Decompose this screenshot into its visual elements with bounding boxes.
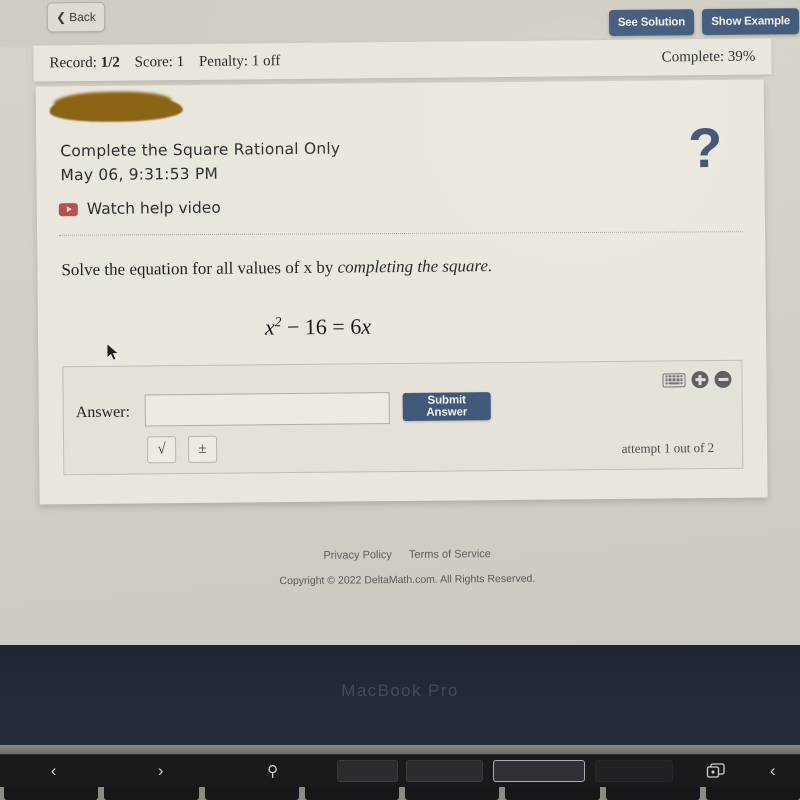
assignment-title: Complete the Square Rational Only [60,139,341,161]
record-stat: Record: 1/2 [49,54,120,71]
laptop-keyboard-row [0,787,800,800]
assignment-date: May 06, 9:31:53 PM [60,164,219,185]
laptop-bezel: MacBook Pro [0,645,800,755]
help-question-mark-icon[interactable]: ? [688,116,723,179]
record-label: Record: [49,54,97,71]
score-stat: Score: 1 [134,54,184,70]
question-prompt-prefix: Solve the equation for all values of x b… [61,257,338,280]
see-solution-button[interactable]: See Solution [608,9,695,36]
attempt-counter: attempt 1 out of 2 [621,439,715,456]
keyboard-key [405,787,500,800]
footer-copyright: Copyright © 2022 DeltaMath.com. All Righ… [279,572,536,588]
submit-answer-button[interactable]: Submit Answer [402,392,491,421]
keyboard-key [104,787,199,800]
touchbar-forward-button[interactable]: › [107,755,214,787]
equation-base: x [264,314,275,340]
keyboard-key [304,787,399,800]
footer-links: Privacy Policy Terms of Service [0,545,800,565]
record-value: 1/2 [100,54,120,71]
touchbar-tab-thumbnail[interactable] [595,760,674,782]
score-label: Score: [134,53,173,71]
back-button-label: Back [69,9,96,25]
answer-panel: Answer: Submit Answer √ ± attempt 1 out … [62,359,744,476]
laptop-hinge [0,745,800,754]
watch-help-video-label: Watch help video [86,198,221,219]
privacy-policy-link[interactable]: Privacy Policy [323,549,392,562]
terms-of-service-link[interactable]: Terms of Service [409,548,491,561]
zoom-out-icon[interactable] [714,370,732,388]
keyboard-key [4,787,99,800]
equation-rest: − 16 = 6 [281,313,362,340]
complete-percentage: Complete: 39% [661,48,756,65]
photograph-of-laptop-screen: ❮ Back See Solution Show Example Record:… [0,0,800,800]
answer-input[interactable] [144,392,390,427]
zoom-in-icon[interactable] [691,371,709,389]
status-bar: Record: 1/2 Score: 1 Penalty: 1 off Comp… [33,38,772,82]
score-value: 1 [176,53,185,70]
question-prompt: Solve the equation for all values of x b… [61,256,492,280]
watch-help-video-link[interactable]: Watch help video [58,198,221,219]
touch-bar: ‹ › ⚲ ‹ [0,755,800,787]
search-icon[interactable]: ⚲ [214,755,331,787]
redacted-student-name [49,95,183,123]
penalty-label: Penalty: [198,52,249,70]
keyboard-key [705,787,800,800]
touchbar-tab-thumbnail[interactable] [337,760,398,782]
answer-tool-icons [662,370,732,389]
touchbar-chevron-icon[interactable]: ‹ [745,755,800,787]
new-tab-icon[interactable] [687,755,745,787]
macbook-pro-label: MacBook Pro [341,681,459,700]
plus-minus-button[interactable]: ± [188,435,218,464]
keyboard-key [605,787,700,800]
status-left-group: Record: 1/2 Score: 1 Penalty: 1 off [49,53,291,72]
back-button[interactable]: ❮ Back [46,1,106,33]
browser-viewport: ❮ Back See Solution Show Example Record:… [0,0,800,670]
keyboard-key [204,787,299,800]
keyboard-icon[interactable] [662,372,686,387]
penalty-stat: Penalty: 1 off [199,53,281,70]
answer-label: Answer: [75,403,131,422]
chevron-left-icon: ❮ [56,10,67,25]
touchbar-back-button[interactable]: ‹ [0,755,107,787]
problem-card: Complete the Square Rational Only May 06… [35,79,768,505]
show-example-button[interactable]: Show Example [702,8,800,36]
penalty-value: 1 off [251,52,281,69]
laptop-screen: ❮ Back See Solution Show Example Record:… [0,0,800,670]
keyboard-key [505,787,600,800]
equation-variable: x [361,313,372,339]
sqrt-button[interactable]: √ [147,436,177,464]
touchbar-tab-thumbnail-active[interactable] [493,760,586,782]
youtube-icon [58,202,78,216]
section-divider [59,231,744,237]
question-prompt-emphasis: completing the square. [337,256,493,277]
touchbar-tab-thumbnail[interactable] [405,760,484,782]
equation-display: x2 − 16 = 6x [38,311,598,343]
